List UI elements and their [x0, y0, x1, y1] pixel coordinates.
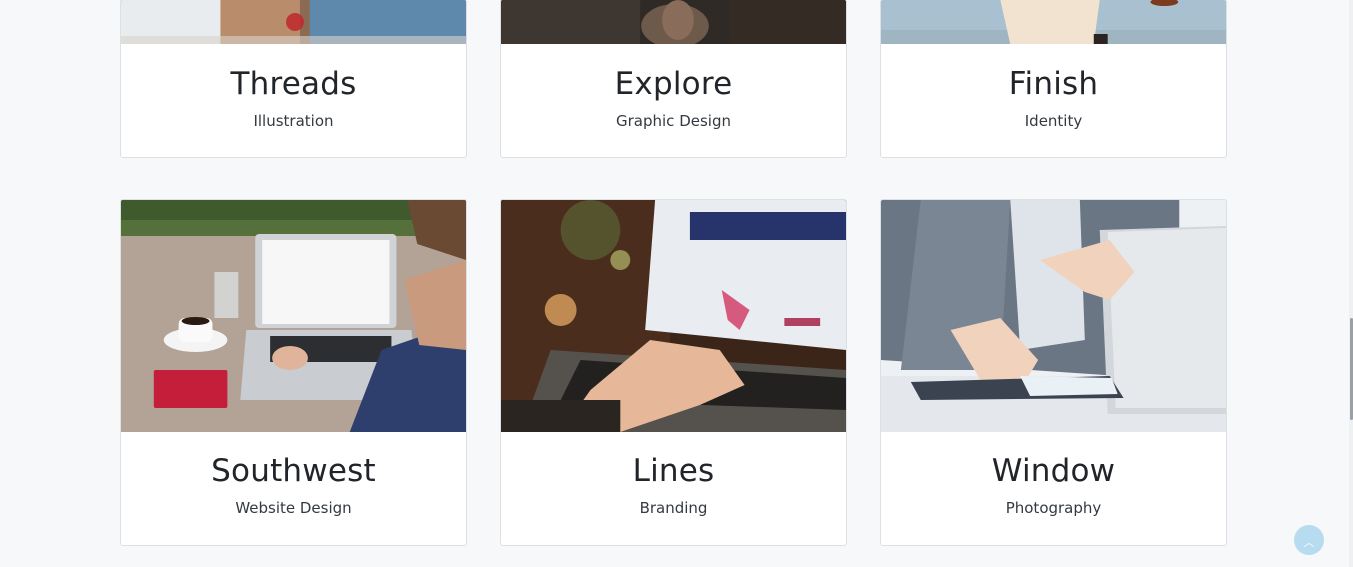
- portfolio-card-explore[interactable]: Explore Graphic Design: [500, 0, 847, 158]
- page-scrollbar[interactable]: [1349, 0, 1353, 567]
- portfolio-image-window[interactable]: [881, 200, 1226, 432]
- portfolio-image-finish[interactable]: [881, 0, 1226, 44]
- portfolio-card-southwest[interactable]: Southwest Website Design: [120, 199, 467, 546]
- portfolio-card-window[interactable]: Window Photography: [880, 199, 1227, 546]
- portfolio-image-lines[interactable]: [501, 200, 846, 432]
- chevron-up-icon: ︿: [1303, 535, 1315, 549]
- portfolio-card-lines[interactable]: Lines Branding: [500, 199, 847, 546]
- portfolio-image-explore[interactable]: [501, 0, 846, 44]
- card-category: Website Design: [235, 499, 352, 517]
- card-category: Graphic Design: [616, 112, 731, 130]
- card-title: Threads: [230, 66, 357, 102]
- card-title: Finish: [1008, 66, 1099, 102]
- card-category: Identity: [1024, 112, 1083, 130]
- card-title: Explore: [614, 66, 733, 102]
- card-category: Photography: [1005, 499, 1102, 517]
- card-title: Lines: [632, 453, 715, 489]
- card-title: Southwest: [211, 453, 376, 489]
- portfolio-page: Threads Illustration Explore Graphic Des…: [0, 0, 1353, 567]
- portfolio-image-southwest[interactable]: [121, 200, 466, 432]
- portfolio-image-threads[interactable]: [121, 0, 466, 44]
- card-category: Illustration: [253, 112, 334, 130]
- portfolio-card-threads[interactable]: Threads Illustration: [120, 0, 467, 158]
- portfolio-card-finish[interactable]: Finish Identity: [880, 0, 1227, 158]
- card-title: Window: [991, 453, 1116, 489]
- card-category: Branding: [639, 499, 708, 517]
- scroll-to-top-button[interactable]: ︿: [1294, 525, 1324, 555]
